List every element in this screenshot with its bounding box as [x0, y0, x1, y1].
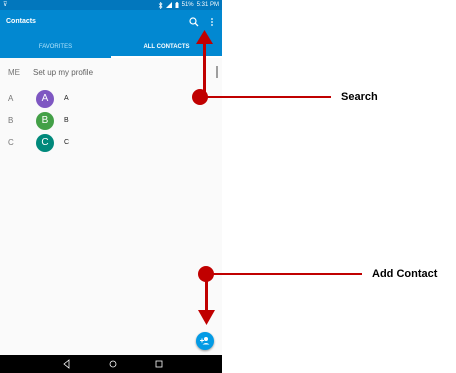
- signal-icon: [165, 2, 172, 8]
- contact-name: C: [64, 139, 70, 146]
- app-title: Contacts: [6, 18, 36, 25]
- phone-screen: ⊽ 51% 5:31 PM Contacts FAVORITES ALL CON…: [0, 0, 222, 373]
- notification-icon: ⊽: [3, 2, 8, 8]
- add-person-icon: [200, 337, 210, 345]
- status-bar: ⊽ 51% 5:31 PM: [0, 0, 222, 10]
- search-callout-arrowhead: [196, 30, 213, 44]
- add-contact-button[interactable]: [196, 332, 214, 350]
- contact-list[interactable]: ME Set up my profile A A A B B B C C C: [0, 58, 222, 355]
- navigation-bar: [0, 355, 222, 373]
- back-icon[interactable]: [61, 358, 73, 370]
- contact-name: A: [64, 95, 69, 102]
- search-callout-horizontal-line: [205, 96, 331, 98]
- contact-row[interactable]: A A A: [0, 88, 222, 112]
- add-contact-callout-label: Add Contact: [372, 268, 438, 280]
- add-contact-callout-arrowhead: [198, 310, 215, 325]
- search-icon[interactable]: [188, 16, 200, 28]
- avatar: A: [36, 90, 54, 108]
- section-letter: A: [8, 94, 14, 103]
- search-callout-label: Search: [341, 91, 378, 103]
- more-options-icon[interactable]: [208, 16, 216, 28]
- contact-row[interactable]: C C C: [0, 132, 222, 156]
- profile-label: ME: [8, 68, 20, 77]
- tab-favorites[interactable]: FAVORITES: [0, 36, 111, 58]
- add-contact-callout-vertical-line: [205, 276, 208, 312]
- section-letter: C: [8, 138, 14, 147]
- profile-row[interactable]: ME Set up my profile: [0, 62, 222, 86]
- recent-apps-icon[interactable]: [153, 358, 165, 370]
- add-contact-callout-horizontal-line: [212, 273, 362, 275]
- section-letter: B: [8, 116, 14, 125]
- search-callout-vertical-line: [203, 40, 206, 96]
- home-icon[interactable]: [107, 358, 119, 370]
- battery-icon: [175, 2, 179, 8]
- avatar: C: [36, 134, 54, 152]
- avatar: B: [36, 112, 54, 130]
- contact-row[interactable]: B B B: [0, 110, 222, 134]
- battery-percent: 51%: [181, 2, 194, 8]
- tab-bar: FAVORITES ALL CONTACTS: [0, 36, 222, 58]
- profile-text: Set up my profile: [33, 68, 94, 77]
- contact-name: B: [64, 117, 69, 124]
- app-bar: Contacts: [0, 10, 222, 36]
- bluetooth-icon: [158, 1, 163, 9]
- status-time: 5:31 PM: [196, 2, 219, 8]
